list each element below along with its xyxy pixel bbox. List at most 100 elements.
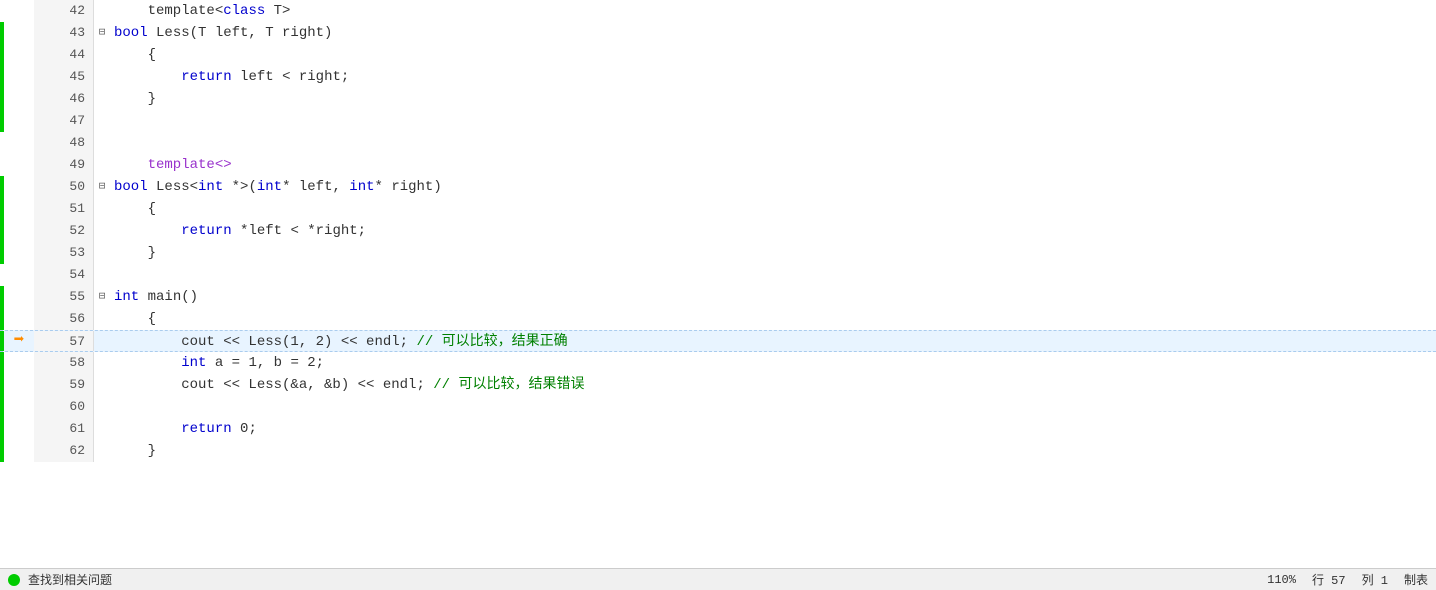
- code-line: 60: [0, 396, 1436, 418]
- token-kw2: return: [181, 223, 231, 239]
- token-plain: }: [114, 245, 156, 261]
- token-kw2: int: [181, 355, 206, 371]
- code-content: return *left < *right;: [110, 220, 1436, 242]
- code-line: 62 }: [0, 440, 1436, 462]
- fold-indicator: [94, 396, 110, 418]
- line-number: 49: [34, 154, 94, 176]
- gutter-col: [4, 440, 34, 462]
- token-plain: {: [114, 311, 156, 327]
- code-lines: 42 template<class T>43⊟bool Less(T left,…: [0, 0, 1436, 568]
- line-number: 52: [34, 220, 94, 242]
- code-line: 45 return left < right;: [0, 66, 1436, 88]
- token-plain: [114, 421, 181, 437]
- code-content: cout << Less(&a, &b) << endl; // 可以比较，结果…: [110, 374, 1436, 396]
- gutter-col: [4, 44, 34, 66]
- fold-indicator: [94, 352, 110, 374]
- token-kw2: int: [114, 289, 139, 305]
- line-number: 62: [34, 440, 94, 462]
- code-content: }: [110, 440, 1436, 462]
- code-content: cout << Less(1, 2) << endl; // 可以比较，结果正确: [110, 331, 1436, 351]
- code-content: }: [110, 88, 1436, 110]
- gutter-col: [4, 352, 34, 374]
- gutter-col: [4, 132, 34, 154]
- fold-indicator[interactable]: ⊟: [94, 176, 110, 198]
- code-line: 48: [0, 132, 1436, 154]
- fold-indicator: [94, 264, 110, 286]
- code-content: {: [110, 198, 1436, 220]
- status-left: 查找到相关问题: [8, 571, 112, 588]
- gutter-col: [4, 264, 34, 286]
- line-number: 45: [34, 66, 94, 88]
- fold-indicator[interactable]: ⊟: [94, 22, 110, 44]
- token-plain: < *right;: [290, 223, 366, 239]
- line-number: 55: [34, 286, 94, 308]
- code-content: template<class T>: [110, 0, 1436, 22]
- gutter-col: [4, 66, 34, 88]
- line-number: 51: [34, 198, 94, 220]
- code-content: [110, 132, 1436, 154]
- token-plain: 0;: [232, 421, 257, 437]
- token-plain: < right;: [282, 69, 349, 85]
- code-content: }: [110, 242, 1436, 264]
- token-plain: [114, 355, 181, 371]
- code-line: 49 template<>: [0, 154, 1436, 176]
- editor-container: 42 template<class T>43⊟bool Less(T left,…: [0, 0, 1436, 590]
- token-plain: T>: [265, 3, 290, 19]
- token-kw2: bool: [114, 25, 148, 41]
- code-line: 42 template<class T>: [0, 0, 1436, 22]
- code-area: 42 template<class T>43⊟bool Less(T left,…: [0, 0, 1436, 568]
- token-kw2: int: [257, 179, 282, 195]
- token-cmt: // 可以比较，结果错误: [433, 377, 584, 393]
- token-plain: cout: [114, 377, 223, 393]
- fold-indicator: [94, 66, 110, 88]
- fold-indicator: [94, 418, 110, 440]
- token-plain: Less(T left, T right): [148, 25, 333, 41]
- line-number: 60: [34, 396, 94, 418]
- line-number: 58: [34, 352, 94, 374]
- gutter-col: [4, 374, 34, 396]
- code-content: return 0;: [110, 418, 1436, 440]
- token-plain: left: [232, 69, 282, 85]
- gutter-col: [4, 176, 34, 198]
- gutter-col: [4, 0, 34, 22]
- fold-indicator: [94, 110, 110, 132]
- code-line: 44 {: [0, 44, 1436, 66]
- code-line: 56 {: [0, 308, 1436, 330]
- gutter-col: [4, 154, 34, 176]
- line-number: 48: [34, 132, 94, 154]
- code-line: 50⊟bool Less<int *>(int* left, int* righ…: [0, 176, 1436, 198]
- gutter-col: [4, 22, 34, 44]
- token-plain: * right): [375, 179, 442, 195]
- code-line: ➡57 cout << Less(1, 2) << endl; // 可以比较，…: [0, 330, 1436, 352]
- line-number: 47: [34, 110, 94, 132]
- token-plain: <: [215, 3, 223, 19]
- code-content: template<>: [110, 154, 1436, 176]
- line-number: 56: [34, 308, 94, 330]
- code-line: 59 cout << Less(&a, &b) << endl; // 可以比较…: [0, 374, 1436, 396]
- token-plain: << Less(1, 2) << endl;: [223, 334, 416, 350]
- gutter-col: [4, 88, 34, 110]
- token-plain: a = 1, b = 2;: [206, 355, 324, 371]
- token-plain: *left: [232, 223, 291, 239]
- line-number: 46: [34, 88, 94, 110]
- gutter-col: [4, 198, 34, 220]
- code-line: 46 }: [0, 88, 1436, 110]
- token-plain: cout: [114, 334, 223, 350]
- code-content: bool Less<int *>(int* left, int* right): [110, 176, 1436, 198]
- line-number: 61: [34, 418, 94, 440]
- fold-indicator: [94, 374, 110, 396]
- fold-indicator[interactable]: ⊟: [94, 286, 110, 308]
- token-plain: }: [114, 443, 156, 459]
- line-number: 44: [34, 44, 94, 66]
- token-plain: *>(: [223, 179, 257, 195]
- token-plain: << Less(&a, &b) << endl;: [223, 377, 433, 393]
- token-plain: Less: [148, 179, 190, 195]
- fold-indicator: [94, 331, 110, 351]
- gutter-col: ➡: [4, 331, 34, 351]
- token-plain: {: [114, 47, 156, 63]
- code-line: 61 return 0;: [0, 418, 1436, 440]
- gutter-col: [4, 242, 34, 264]
- line-number: 54: [34, 264, 94, 286]
- code-line: 43⊟bool Less(T left, T right): [0, 22, 1436, 44]
- fold-indicator: [94, 440, 110, 462]
